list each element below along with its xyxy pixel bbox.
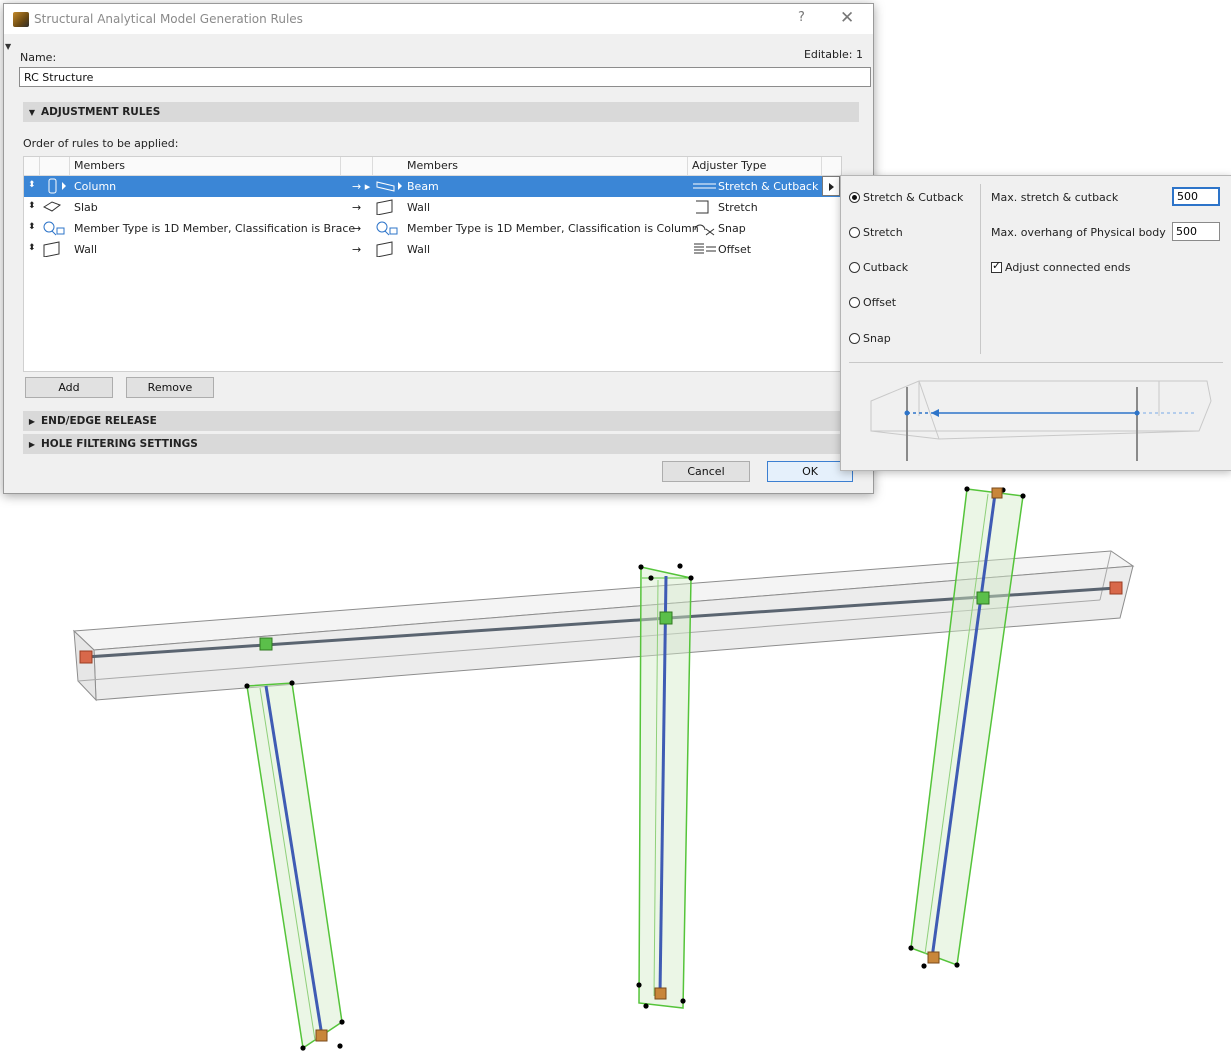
dialog-title: Structural Analytical Model Generation R… [34, 12, 303, 26]
arrow-right-icon: → [352, 222, 362, 235]
chevron-right-icon: ▶ [28, 440, 36, 449]
hole-filtering-header[interactable]: ▶ HOLE FILTERING SETTINGS [23, 434, 859, 454]
max-stretch-label: Max. stretch & cutback [991, 191, 1119, 204]
beam-end-node-right [1109, 581, 1123, 595]
max-stretch-input[interactable] [1172, 187, 1220, 206]
rule-target: Wall [407, 243, 431, 256]
rule-row[interactable]: ⬍ Member Type is 1D Member, Classificati… [24, 218, 841, 239]
rule-member: Column [74, 180, 117, 193]
chevron-right-icon: ▶ [28, 417, 36, 426]
col-members-left[interactable]: Members [74, 159, 125, 172]
rule-target: Beam [407, 180, 439, 193]
stretch-icon [696, 200, 709, 214]
wall-icon [376, 241, 393, 257]
drag-handle-icon[interactable]: ⬍ [28, 222, 36, 232]
adjuster-expand-button[interactable] [822, 176, 840, 196]
stretch-cutback-icon [693, 183, 716, 189]
remove-rule-button[interactable]: Remove [126, 377, 214, 398]
adjust-connected-ends-checkbox[interactable]: ✓ Adjust connected ends [991, 259, 1130, 274]
chevron-down-icon: ▼ [28, 108, 36, 117]
radio-stretch-cutback[interactable]: Stretch & Cutback [849, 191, 963, 204]
column-1[interactable] [244, 637, 345, 1051]
checkbox-checked-icon[interactable]: ✓ [991, 259, 1002, 273]
editable-count: Editable: 1 [803, 48, 863, 61]
slab-icon [42, 201, 62, 212]
rule-row[interactable]: ⬍ Column → ▸ Beam Stretch & Cutback [24, 176, 841, 197]
radio-icon[interactable] [849, 333, 860, 344]
beam-end-node-left [79, 650, 93, 664]
wall-icon [376, 199, 393, 215]
radio-offset[interactable]: Offset [849, 296, 896, 309]
adjuster-preview-diagram [870, 380, 1212, 461]
rule-member: Wall [74, 243, 98, 256]
archicad-app-icon [13, 12, 29, 27]
column-icon [48, 178, 66, 194]
col-adjuster-type[interactable]: Adjuster Type [692, 159, 766, 172]
column-3[interactable] [908, 486, 1026, 969]
chevron-right-icon [829, 183, 834, 191]
snap-icon [694, 224, 715, 236]
max-overhang-label: Max. overhang of Physical body [991, 226, 1166, 239]
arrow-right-icon: → [352, 243, 362, 256]
dialog-titlebar: Structural Analytical Model Generation R… [4, 4, 873, 34]
rule-adjuster: Stretch & Cutback [718, 180, 819, 193]
hole-filtering-title: HOLE FILTERING SETTINGS [41, 438, 198, 450]
cancel-button[interactable]: Cancel [662, 461, 750, 482]
generation-rules-dialog: Structural Analytical Model Generation R… [3, 3, 874, 494]
end-edge-release-title: END/EDGE RELEASE [41, 415, 157, 427]
rule-target: Wall [407, 201, 431, 214]
drag-handle-icon[interactable]: ⬍ [28, 243, 36, 253]
popover-separator [849, 362, 1223, 363]
arrow-right-icon: → ▸ [352, 180, 371, 193]
end-edge-release-header[interactable]: ▶ END/EDGE RELEASE [23, 411, 859, 431]
rules-table-header: Members Members Adjuster Type [24, 157, 841, 176]
rule-member: Slab [74, 201, 98, 214]
radio-stretch[interactable]: Stretch [849, 226, 903, 239]
close-icon[interactable]: ✕ [840, 8, 854, 28]
offset-icon [694, 243, 716, 254]
rule-adjuster: Stretch [718, 201, 758, 214]
radio-icon[interactable] [849, 262, 860, 273]
radio-icon[interactable] [849, 227, 860, 238]
order-label: Order of rules to be applied: [23, 137, 179, 150]
col-members-right[interactable]: Members [407, 159, 458, 172]
adjuster-settings-popover: Stretch & Cutback Stretch Cutback Offset… [840, 175, 1231, 471]
column-2[interactable] [636, 563, 694, 1009]
collapse-arrow-icon[interactable]: ▼ [5, 42, 11, 51]
add-rule-button[interactable]: Add [25, 377, 113, 398]
rule-adjuster: Snap [718, 222, 746, 235]
radio-selected-icon[interactable] [849, 192, 860, 203]
max-overhang-input[interactable] [1172, 222, 1220, 241]
name-label: Name: [20, 51, 57, 64]
rules-table: Members Members Adjuster Type ⬍ Column →… [23, 156, 842, 372]
criteria-search-icon [43, 221, 65, 236]
radio-cutback[interactable]: Cutback [849, 261, 908, 274]
name-input[interactable] [19, 67, 871, 87]
rule-member: Member Type is 1D Member, Classification… [74, 222, 356, 235]
rule-adjuster: Offset [718, 243, 752, 256]
arrow-right-icon: → [352, 201, 362, 214]
adjustment-rules-title: ADJUSTMENT RULES [41, 106, 161, 118]
help-button[interactable]: ? [798, 10, 805, 25]
adjustment-rules-header[interactable]: ▼ ADJUSTMENT RULES [23, 102, 859, 122]
radio-snap[interactable]: Snap [849, 332, 891, 345]
rule-target: Member Type is 1D Member, Classification… [407, 222, 699, 235]
radio-icon[interactable] [849, 297, 860, 308]
rule-row[interactable]: ⬍ Wall → Wall Offset [24, 239, 841, 260]
drag-handle-icon[interactable]: ⬍ [28, 180, 36, 190]
criteria-search-icon [376, 221, 398, 236]
drag-handle-icon[interactable]: ⬍ [28, 201, 36, 211]
wall-icon [43, 241, 60, 257]
beam-icon [376, 181, 402, 192]
rule-row[interactable]: ⬍ Slab → Wall Stretch [24, 197, 841, 218]
popover-divider [980, 184, 981, 354]
